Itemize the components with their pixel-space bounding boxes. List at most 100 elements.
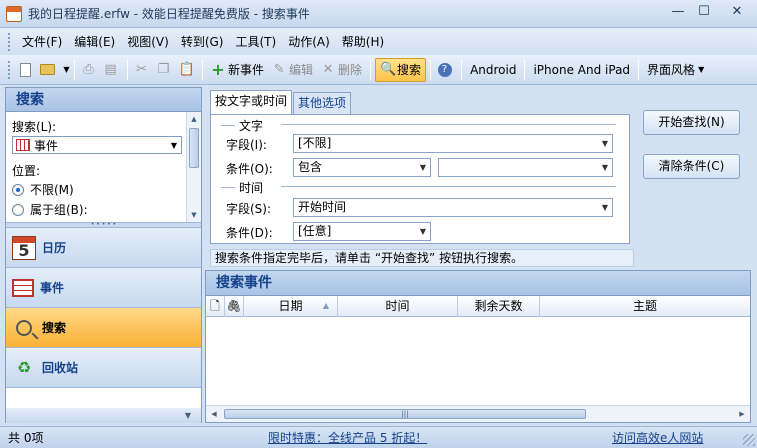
tab-text-or-time[interactable]: 按文字或时间 — [210, 90, 293, 114]
menu-edit[interactable]: 编辑(E) — [68, 30, 121, 53]
close-button[interactable]: ✕ — [717, 0, 757, 22]
minimize-button[interactable]: — — [665, 0, 691, 22]
paste-button[interactable]: 📋 — [176, 58, 198, 82]
text-condition-label: 条件(O): — [226, 162, 273, 176]
text-field-label: 字段(I): — [226, 138, 267, 152]
website-link[interactable]: 访问高效e人网站 — [612, 429, 703, 446]
event-grid-icon — [16, 139, 30, 151]
chevron-down-icon: ▼ — [601, 163, 608, 172]
text-condition-value: 包含 — [298, 160, 323, 174]
new-event-button[interactable]: + 新事件 — [207, 58, 268, 82]
tab-other-options[interactable]: 其他选项 — [293, 92, 352, 114]
scroll-down-icon[interactable]: ▼ — [187, 208, 201, 222]
time-group-label: 时间 — [239, 181, 264, 195]
iphone-ipad-button[interactable]: iPhone And iPad — [529, 58, 634, 82]
new-file-button[interactable] — [16, 58, 38, 82]
group-divider — [281, 124, 616, 125]
nav-item-events[interactable]: 事件 — [6, 268, 201, 308]
delete-button[interactable]: ✕ 删除 — [317, 58, 366, 82]
edit-button[interactable]: ✎ 编辑 — [268, 58, 317, 82]
open-dropdown[interactable]: ▼ — [60, 58, 70, 82]
nav-item-calendar[interactable]: 5 日历 — [6, 228, 201, 268]
chevron-down-icon: ▼ — [601, 139, 608, 148]
copy-button[interactable]: ❐ — [154, 58, 176, 82]
menu-actions[interactable]: 动作(A) — [282, 30, 336, 53]
column-time[interactable]: 时间 — [338, 296, 458, 317]
time-group-title: 时间 — [221, 179, 263, 196]
menu-goto[interactable]: 转到(G) — [175, 30, 230, 53]
scrollbar-thumb[interactable] — [189, 128, 199, 168]
pencil-icon: ✎ — [273, 61, 285, 77]
menu-bar: 文件(F) 编辑(E) 视图(V) 转到(G) 工具(T) 动作(A) 帮助(H… — [0, 28, 757, 55]
menu-tools[interactable]: 工具(T) — [229, 30, 282, 53]
navigation-pane: 搜索 搜索(L): 事件 ▼ 位置: 不限(M) 属于组(B): ▲ ▼ • •… — [5, 87, 202, 423]
print-preview-button[interactable]: ▤ — [101, 58, 123, 82]
ui-style-label: 界面风格 — [647, 63, 696, 77]
item-count: 共 0项 — [8, 431, 44, 445]
column-subject[interactable]: 主题 — [540, 296, 750, 317]
text-field-value: [不限] — [298, 136, 332, 150]
toolbar-separator — [524, 59, 526, 80]
menu-file[interactable]: 文件(F) — [16, 30, 68, 53]
toolbar-separator — [461, 59, 463, 80]
search-criteria-panel: 文字 字段(I): [不限] ▼ 条件(O): 包含 ▼ ▼ 时间 字段(S):… — [210, 114, 630, 244]
radio-unlimited[interactable]: 不限(M) — [12, 181, 74, 198]
results-header: 搜索事件 — [206, 271, 750, 296]
chevron-down-icon: ▼ — [63, 65, 70, 74]
delete-label: 删除 — [338, 63, 363, 77]
text-condition-select[interactable]: 包含 ▼ — [293, 158, 431, 177]
print-preview-icon: ▤ — [104, 61, 117, 77]
column-document[interactable]: 🗋 — [206, 296, 225, 317]
column-attachment[interactable]: 🖇 — [225, 296, 244, 317]
text-keyword-combo[interactable]: ▼ — [438, 158, 613, 177]
sort-ascending-icon: ▲ — [322, 301, 329, 310]
scroll-left-icon[interactable]: ◀ — [206, 406, 222, 422]
nav-options-scrollbar[interactable]: ▲ ▼ — [186, 112, 201, 222]
search-scope-select[interactable]: 事件 ▼ — [12, 136, 182, 154]
promo-link[interactable]: 限时特惠：全线产品 5 折起！ — [268, 429, 427, 446]
column-date[interactable]: 日期 ▲ — [244, 296, 338, 317]
resize-grip-icon[interactable] — [743, 434, 755, 446]
radio-unselected-icon — [12, 203, 24, 216]
copy-icon: ❐ — [157, 61, 170, 77]
magnifier-icon: 🔍 — [380, 61, 397, 77]
android-button[interactable]: Android — [466, 58, 520, 82]
menu-view[interactable]: 视图(V) — [121, 30, 175, 53]
cut-button[interactable]: ✂ — [132, 58, 154, 82]
search-hint: 搜索条件指定完毕后，请单击 “开始查找” 按钮执行搜索。 — [210, 249, 634, 267]
help-button[interactable]: ? — [435, 58, 457, 82]
print-button[interactable]: ⎙ — [79, 58, 101, 82]
maximize-button[interactable]: ☐ — [691, 0, 717, 22]
radio-selected-icon — [12, 183, 24, 196]
scroll-right-icon[interactable]: ▶ — [734, 406, 750, 422]
radio-group[interactable]: 属于组(B): — [12, 201, 88, 218]
open-file-button[interactable] — [38, 58, 60, 82]
scroll-up-icon[interactable]: ▲ — [187, 112, 201, 126]
document-icon: 🗋 — [210, 299, 220, 313]
time-condition-select[interactable]: [任意] ▼ — [293, 222, 431, 241]
scrollbar-thumb[interactable]: ||| — [224, 409, 586, 419]
menu-grip — [8, 32, 12, 51]
column-days-remaining[interactable]: 剩余天数 — [458, 296, 540, 317]
text-group-label: 文字 — [239, 119, 264, 133]
results-column-headers: 🗋 🖇 日期 ▲ 时间 剩余天数 主题 — [206, 296, 750, 317]
nav-item-calendar-label: 日历 — [42, 241, 67, 255]
position-label: 位置: — [12, 164, 41, 178]
menu-help[interactable]: 帮助(H) — [336, 30, 390, 53]
time-field-select[interactable]: 开始时间 ▼ — [293, 198, 613, 217]
start-search-button[interactable]: 开始查找(N) — [643, 110, 740, 135]
clear-criteria-button[interactable]: 清除条件(C) — [643, 154, 740, 179]
nav-item-search[interactable]: 搜索 — [6, 308, 201, 348]
text-field-select[interactable]: [不限] ▼ — [293, 134, 613, 153]
nav-item-recycle-bin[interactable]: ♻ 回收站 — [6, 348, 201, 388]
toolbar-separator — [74, 59, 75, 80]
search-label: 搜索 — [397, 63, 422, 77]
paperclip-icon: 🖇 — [226, 299, 242, 313]
nav-item-search-label: 搜索 — [42, 321, 67, 335]
results-horizontal-scrollbar[interactable]: ◀ ||| ▶ — [206, 405, 750, 422]
search-toolbar-button[interactable]: 🔍 搜索 — [375, 57, 427, 82]
nav-search-options: 搜索(L): 事件 ▼ 位置: 不限(M) 属于组(B): ▲ ▼ — [6, 112, 201, 222]
nav-footer-menu[interactable]: ▼ — [6, 408, 201, 423]
ui-style-dropdown[interactable]: 界面风格 ▼ — [643, 58, 708, 82]
search-main-panel: 按文字或时间 其他选项 文字 字段(I): [不限] ▼ 条件(O): 包含 ▼… — [205, 87, 752, 423]
